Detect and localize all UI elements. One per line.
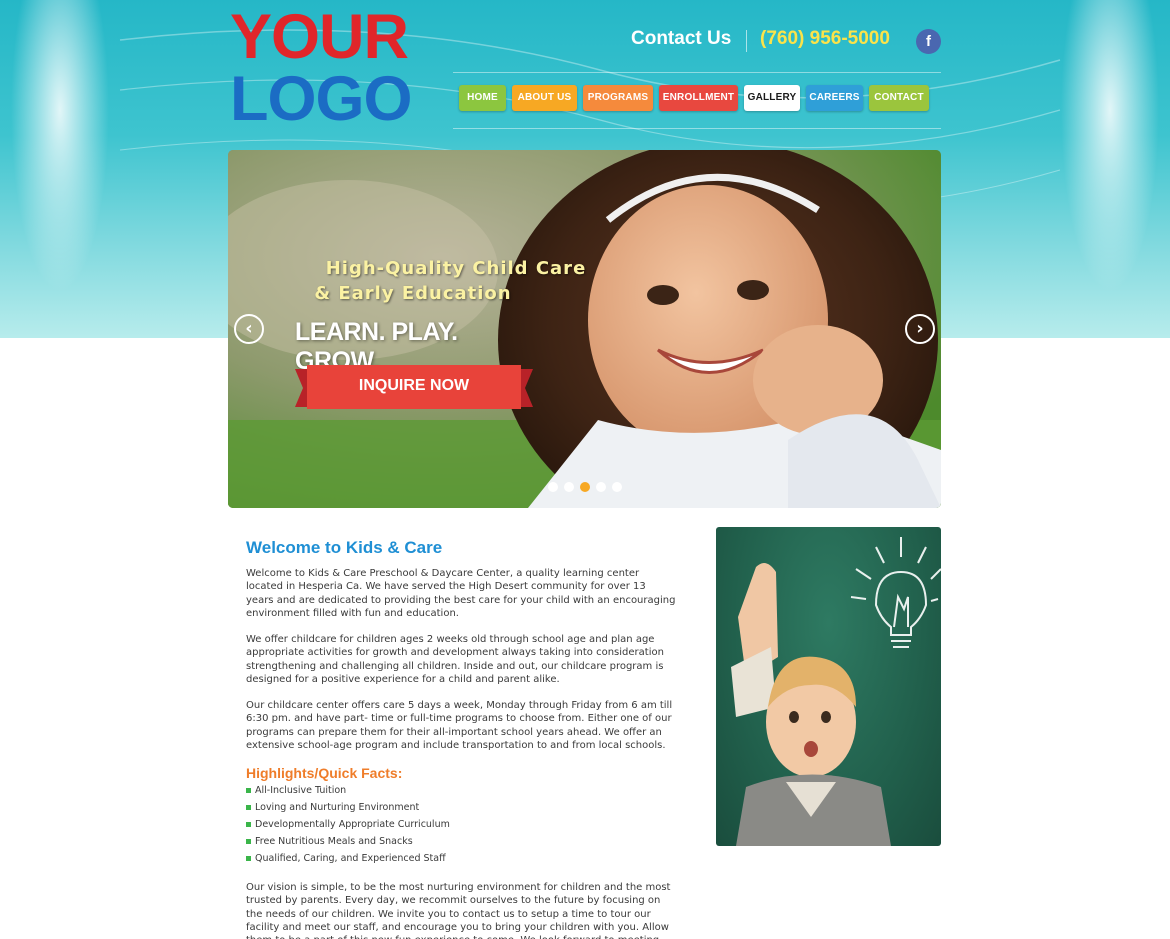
side-photo-boy-chalkboard	[716, 527, 941, 846]
header-divider	[746, 30, 747, 52]
logo-line-1: YOUR	[230, 2, 409, 72]
nav-about-us[interactable]: ABOUT US	[512, 85, 577, 111]
nav-top-rule	[453, 72, 941, 73]
inquire-now-button[interactable]: INQUIRE NOW	[295, 363, 533, 413]
highlights-list: All-Inclusive Tuition Loving and Nurturi…	[246, 784, 676, 869]
slider-next-icon[interactable]: ›	[905, 314, 935, 344]
hero-tagline-line-1: High-Quality Child Care	[325, 258, 587, 279]
bullet-icon	[246, 822, 251, 827]
slider-prev-icon[interactable]: ‹	[234, 314, 264, 344]
highlight-text: Free Nutritious Meals and Snacks	[255, 836, 413, 847]
bullet-icon	[246, 788, 251, 793]
bullet-icon	[246, 856, 251, 861]
vision-paragraph: Our vision is simple, to be the most nur…	[246, 882, 671, 939]
highlight-text: Qualified, Caring, and Experienced Staff	[255, 853, 446, 864]
list-item: Free Nutritious Meals and Snacks	[246, 835, 676, 852]
highlight-text: Loving and Nurturing Environment	[255, 802, 420, 813]
highlights-heading: Highlights/Quick Facts:	[246, 765, 403, 781]
nav-careers[interactable]: CAREERS	[806, 85, 863, 111]
slider-dot[interactable]	[548, 482, 558, 492]
list-item: Developmentally Appropriate Curriculum	[246, 818, 676, 835]
welcome-paragraph-3: Our childcare center offers care 5 days …	[246, 700, 673, 751]
logo-line-2: LOGO	[230, 64, 412, 134]
list-item: Loving and Nurturing Environment	[246, 801, 676, 818]
contact-us-link[interactable]: Contact Us	[631, 28, 736, 50]
slider-dot[interactable]	[564, 482, 574, 492]
welcome-paragraph-1: Welcome to Kids & Care Preschool & Dayca…	[246, 568, 676, 619]
welcome-paragraph-2: We offer childcare for children ages 2 w…	[246, 634, 664, 685]
highlight-text: Developmentally Appropriate Curriculum	[255, 819, 450, 830]
list-item: Qualified, Caring, and Experienced Staff	[246, 852, 676, 869]
facebook-icon[interactable]: f	[916, 29, 941, 54]
nav-enrollment[interactable]: ENROLLMENT	[659, 85, 738, 111]
slider-dot[interactable]	[596, 482, 606, 492]
slider-dot[interactable]	[612, 482, 622, 492]
nav-gallery[interactable]: GALLERY	[744, 85, 800, 111]
nav-home[interactable]: HOME	[459, 85, 506, 111]
lightbulb-icon	[850, 537, 941, 648]
site-logo[interactable]: YOUR LOGO	[230, 6, 430, 131]
welcome-heading: Welcome to Kids & Care	[246, 538, 443, 557]
slider-dot-active[interactable]	[580, 482, 590, 492]
nav-bottom-rule	[453, 128, 941, 129]
boy-lightbulb-illustration	[731, 537, 941, 846]
bullet-icon	[246, 839, 251, 844]
phone-number-link[interactable]: (760) 956-5000	[760, 28, 905, 50]
highlight-text: All-Inclusive Tuition	[255, 785, 347, 796]
bullet-icon	[246, 805, 251, 810]
hero-tagline-line-2: & Early Education	[314, 283, 512, 304]
nav-contact[interactable]: CONTACT	[869, 85, 929, 111]
list-item: All-Inclusive Tuition	[246, 784, 676, 801]
nav-programs[interactable]: PROGRAMS	[583, 85, 653, 111]
inquire-now-label: INQUIRE NOW	[358, 377, 470, 394]
